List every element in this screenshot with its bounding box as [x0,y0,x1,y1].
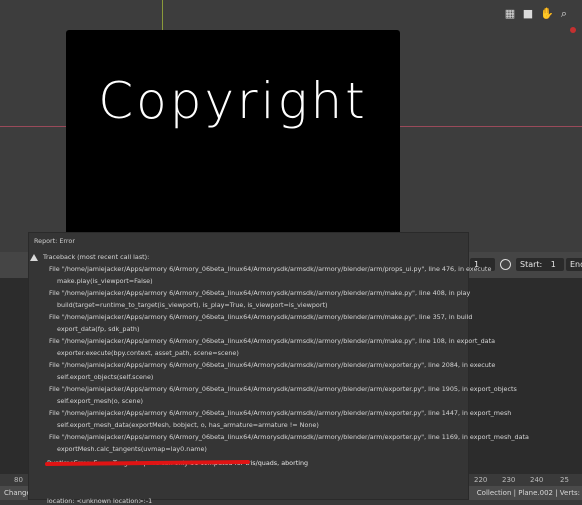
traceback-line: build(target=runtime_to_target(is_viewpo… [57,301,328,309]
ruler-tick: 240 [530,476,544,484]
traceback-line: exportMesh.calc_tangents(uvmap=lay0.name… [57,445,207,453]
zoom-icon[interactable]: ⌕ [558,8,570,20]
start-value: 1 [550,260,556,269]
traceback-line: Traceback (most recent call last): [43,253,150,261]
end-frame-field[interactable]: End: [566,258,582,271]
ruler-tick: 220 [474,476,488,484]
location-line: location: <unknown location>:-1 [47,497,153,505]
copyright-watermark: Copyright [66,30,400,235]
traceback-line: File "/home/jamiejacker/Apps/armory 6/Ar… [49,337,496,345]
viewport-navigation: ▦ ■ ✋ ⌕ [504,8,570,20]
grid-icon[interactable]: ▦ [504,8,516,20]
traceback-line: self.export_mesh(o, scene) [57,397,144,405]
status-right: Collection | Plane.002 | Verts: [476,489,580,497]
traceback-line: exporter.execute(bpy.context, asset_path… [57,349,239,357]
traceback-line: self.export_objects(self.scene) [57,373,154,381]
warning-icon [30,254,38,261]
clock-icon[interactable] [500,259,511,270]
traceback-line: File "/home/jamiejacker/Apps/armory 6/Ar… [49,433,529,441]
traceback-line: File "/home/jamiejacker/Apps/armory 6/Ar… [49,265,492,273]
record-indicator [570,27,576,33]
start-label: Start: [520,260,543,269]
traceback-line: File "/home/jamiejacker/Apps/armory 6/Ar… [49,409,512,417]
traceback-line: File "/home/jamiejacker/Apps/armory 6/Ar… [49,313,473,321]
3d-viewport[interactable]: ▦ ■ ✋ ⌕ Copyright [0,0,582,252]
traceback-line: self.export_mesh_data(exportMesh, bobjec… [57,421,319,429]
camera-icon[interactable]: ■ [522,8,534,20]
traceback-line: File "/home/jamiejacker/Apps/armory 6/Ar… [49,361,496,369]
traceback-line: export_data(fp, sdk_path) [57,325,140,333]
start-frame-field[interactable]: Start: 1 [516,258,564,271]
ruler-tick: 230 [502,476,516,484]
hand-icon[interactable]: ✋ [540,8,554,20]
ruler-tick: 80 [14,476,23,484]
traceback-line: make.play(is_viewport=False) [57,277,153,285]
traceback-line: File "/home/jamiejacker/Apps/armory 6/Ar… [49,289,471,297]
watermark-text: Copyright [98,72,368,130]
traceback-line: File "/home/jamiejacker/Apps/armory 6/Ar… [49,385,517,393]
error-report-popup: Report: Error Traceback (most recent cal… [28,232,529,505]
report-title: Report: Error [34,237,75,245]
ruler-tick: 25 [560,476,569,484]
